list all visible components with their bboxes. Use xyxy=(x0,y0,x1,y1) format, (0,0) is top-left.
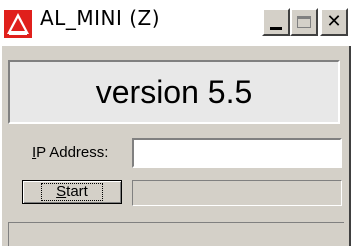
close-icon: ✕ xyxy=(326,11,342,32)
start-button-focus-rect: Start xyxy=(41,183,103,201)
start-label: tart xyxy=(66,183,88,200)
minimize-button[interactable] xyxy=(262,8,290,36)
minimize-icon xyxy=(270,26,282,30)
close-button[interactable]: ✕ xyxy=(320,8,348,36)
ip-address-label: IP Address: xyxy=(32,144,108,161)
start-accelerator: S xyxy=(56,183,67,200)
version-panel: version 5.5 xyxy=(8,60,340,124)
ip-address-input[interactable] xyxy=(132,138,342,168)
maximize-icon xyxy=(297,16,311,28)
al-logo-icon xyxy=(4,10,32,38)
status-bar xyxy=(8,222,344,246)
ip-label-text: P Address: xyxy=(36,144,109,161)
app-window: AL_MINI (Z) ✕ version 5.5 IP Address: St… xyxy=(0,0,351,246)
title-bar[interactable]: AL_MINI (Z) ✕ xyxy=(0,0,351,46)
window-title: AL_MINI (Z) xyxy=(40,6,161,30)
maximize-button[interactable] xyxy=(290,8,318,36)
status-field xyxy=(132,180,342,206)
version-label: version 5.5 xyxy=(95,73,253,110)
start-button[interactable]: Start xyxy=(22,180,122,204)
